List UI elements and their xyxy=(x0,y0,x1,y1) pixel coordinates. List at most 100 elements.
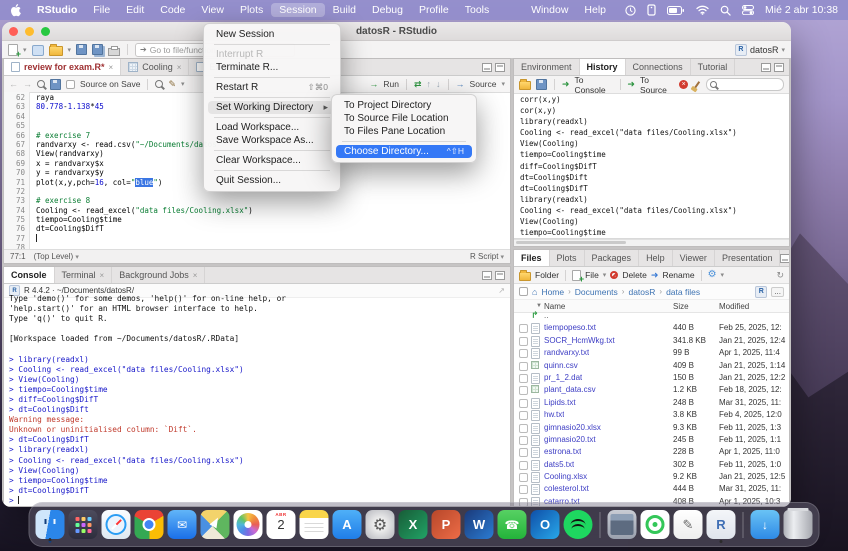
file-name[interactable]: Cooling.xlsx xyxy=(544,472,587,481)
tab-cooling[interactable]: Cooling× xyxy=(121,59,189,75)
file-checkbox[interactable] xyxy=(519,485,528,494)
file-type-selector[interactable]: R Script ▾ xyxy=(470,252,504,261)
tab-plots[interactable]: Plots xyxy=(550,250,585,266)
file-row[interactable]: colesterol.txt444 BMar 31, 2025, 11: xyxy=(514,483,789,495)
history-item[interactable]: library(readxl) xyxy=(520,194,789,205)
menubar-item-file[interactable]: File xyxy=(85,3,118,17)
code-line[interactable]: Cooling <- read_excel("data files/Coolin… xyxy=(36,206,510,215)
file-row[interactable]: gimnasio20.txt245 BFeb 11, 2025, 1:1 xyxy=(514,434,789,446)
history-item[interactable]: diff=Cooling$DifT xyxy=(520,161,789,172)
file-name[interactable]: quinn.csv xyxy=(544,361,578,370)
dock-textedit-icon[interactable]: ✎ xyxy=(674,510,703,539)
tab-presentation[interactable]: Presentation xyxy=(715,250,781,266)
file-name[interactable]: hw.txt xyxy=(544,410,564,419)
history-item[interactable]: Cooling <- read_excel("data files/Coolin… xyxy=(520,205,789,216)
dock-find-my-icon[interactable] xyxy=(641,510,670,539)
file-row[interactable]: plant_data.csv1.2 KBFeb 18, 2025, 12: xyxy=(514,384,789,396)
dock-downloads-icon[interactable]: ↓ xyxy=(751,510,780,539)
go-to-next-chunk-icon[interactable]: ↓ xyxy=(436,79,441,89)
file-checkbox[interactable] xyxy=(519,337,528,346)
file-checkbox[interactable] xyxy=(519,374,528,383)
file-checkbox[interactable] xyxy=(519,424,528,433)
new-file-button[interactable] xyxy=(8,44,18,56)
rename-button[interactable]: Rename xyxy=(662,270,694,280)
dock-app-store-icon[interactable]: A xyxy=(333,510,362,539)
tab-history[interactable]: History xyxy=(580,59,626,75)
new-folder-button[interactable]: Folder xyxy=(535,270,559,280)
path-more-button[interactable]: ... xyxy=(771,287,784,297)
menubar-item-tools[interactable]: Tools xyxy=(457,3,498,17)
menubar-item-help[interactable]: Help xyxy=(576,3,614,17)
save-history-icon[interactable] xyxy=(536,79,547,90)
breadcrumb-datosr[interactable]: datosR xyxy=(628,287,655,297)
window-titlebar[interactable]: datosR - RStudio xyxy=(2,22,791,41)
menu-item-terminate-r[interactable]: Terminate R... xyxy=(208,61,336,74)
file-name[interactable]: colesterol.txt xyxy=(544,484,589,493)
more-file-commands-icon[interactable]: ⚙ xyxy=(708,270,717,280)
history-item[interactable]: View(Cooling) xyxy=(520,216,789,227)
scope-selector[interactable]: (Top Level) ▾ xyxy=(34,252,79,261)
load-history-icon[interactable] xyxy=(519,81,531,90)
file-checkbox[interactable] xyxy=(519,461,528,470)
forward-icon[interactable]: → xyxy=(23,79,32,89)
menubar-item-plots[interactable]: Plots xyxy=(232,3,271,17)
more-dropdown-icon[interactable]: ▾ xyxy=(721,271,725,279)
clear-history-icon[interactable] xyxy=(694,81,700,89)
minimize-pane-icon[interactable] xyxy=(482,63,492,72)
menu-item-load-workspace[interactable]: Load Workspace... xyxy=(208,121,336,134)
menubar-item-window[interactable]: Window xyxy=(523,3,576,17)
save-source-button[interactable] xyxy=(50,79,61,90)
tab-background-jobs[interactable]: Background Jobs× xyxy=(112,267,205,283)
file-name[interactable]: SOCR_HcmWkg.txt xyxy=(544,336,615,345)
maximize-pane-icon[interactable] xyxy=(774,63,784,72)
file-checkbox[interactable] xyxy=(519,473,528,482)
close-tab-icon[interactable]: × xyxy=(177,63,182,72)
menu-item-quit-session[interactable]: Quit Session... xyxy=(208,174,336,187)
dock-mail-icon[interactable]: ✉ xyxy=(168,510,197,539)
new-file-dropdown-icon[interactable]: ▾ xyxy=(23,46,27,54)
tab-files[interactable]: Files xyxy=(514,250,550,266)
menubar-item-view[interactable]: View xyxy=(193,3,232,17)
code-line[interactable] xyxy=(36,234,510,243)
to-console-button[interactable]: To Console xyxy=(574,75,612,95)
dock-maps-icon[interactable] xyxy=(201,510,230,539)
breadcrumb-data-files[interactable]: data files xyxy=(666,287,700,297)
history-scrollbar[interactable] xyxy=(514,239,789,246)
history-search-input[interactable] xyxy=(706,78,784,91)
breadcrumb-documents[interactable]: Documents xyxy=(575,287,618,297)
menubar-clock[interactable]: Mié 2 abr 10:38 xyxy=(765,4,838,16)
minimize-pane-icon[interactable] xyxy=(482,271,492,280)
file-checkbox[interactable] xyxy=(519,349,528,358)
file-row[interactable]: Lipids.txt248 BMar 31, 2025, 11: xyxy=(514,397,789,409)
open-recent-dropdown-icon[interactable]: ▾ xyxy=(68,46,72,54)
tab-review-for-exam-r[interactable]: review for exam.R*× xyxy=(4,59,121,75)
home-icon[interactable]: ⌂ xyxy=(532,287,537,297)
dock-calendar-icon[interactable]: ABR2 xyxy=(267,510,296,539)
file-name[interactable]: Lipids.txt xyxy=(544,398,576,407)
submenu-item-to-source-file-location[interactable]: To Source File Location xyxy=(336,112,472,125)
select-all-checkbox[interactable] xyxy=(519,287,528,296)
dock-word-icon[interactable]: W xyxy=(465,510,494,539)
history-item[interactable]: tiempo=Cooling$time xyxy=(520,227,789,238)
file-row[interactable]: Cooling.xlsx9.2 KBJan 21, 2025, 12:5 xyxy=(514,471,789,483)
file-checkbox[interactable] xyxy=(519,386,528,395)
zoom-window-button[interactable] xyxy=(41,27,50,36)
history-item[interactable]: corr(x,y) xyxy=(520,94,789,105)
clock-icon[interactable] xyxy=(625,5,636,16)
menu-item-clear-workspace[interactable]: Clear Workspace... xyxy=(208,154,336,167)
menu-item-new-session[interactable]: New Session xyxy=(208,28,336,41)
find-replace-icon[interactable] xyxy=(155,80,163,88)
history-item[interactable]: dt=Cooling$DifT xyxy=(520,183,789,194)
open-file-button[interactable] xyxy=(49,46,63,56)
file-name[interactable]: .. xyxy=(544,311,548,320)
tab-console[interactable]: Console xyxy=(4,267,55,283)
battery-icon[interactable] xyxy=(667,6,685,15)
file-row[interactable]: quinn.csv409 BJan 21, 2025, 1:14 xyxy=(514,360,789,372)
dock-rstudio-icon[interactable]: R xyxy=(707,510,736,539)
history-item[interactable]: cor(x,y) xyxy=(520,105,789,116)
tab-terminal[interactable]: Terminal× xyxy=(55,267,113,283)
dock-whatsapp-icon[interactable]: ☎ xyxy=(498,510,527,539)
submenu-item-to-files-pane-location[interactable]: To Files Pane Location xyxy=(336,125,472,138)
code-line[interactable]: tiempo=Cooling$time xyxy=(36,215,510,224)
to-source-button[interactable]: To Source xyxy=(640,75,674,95)
